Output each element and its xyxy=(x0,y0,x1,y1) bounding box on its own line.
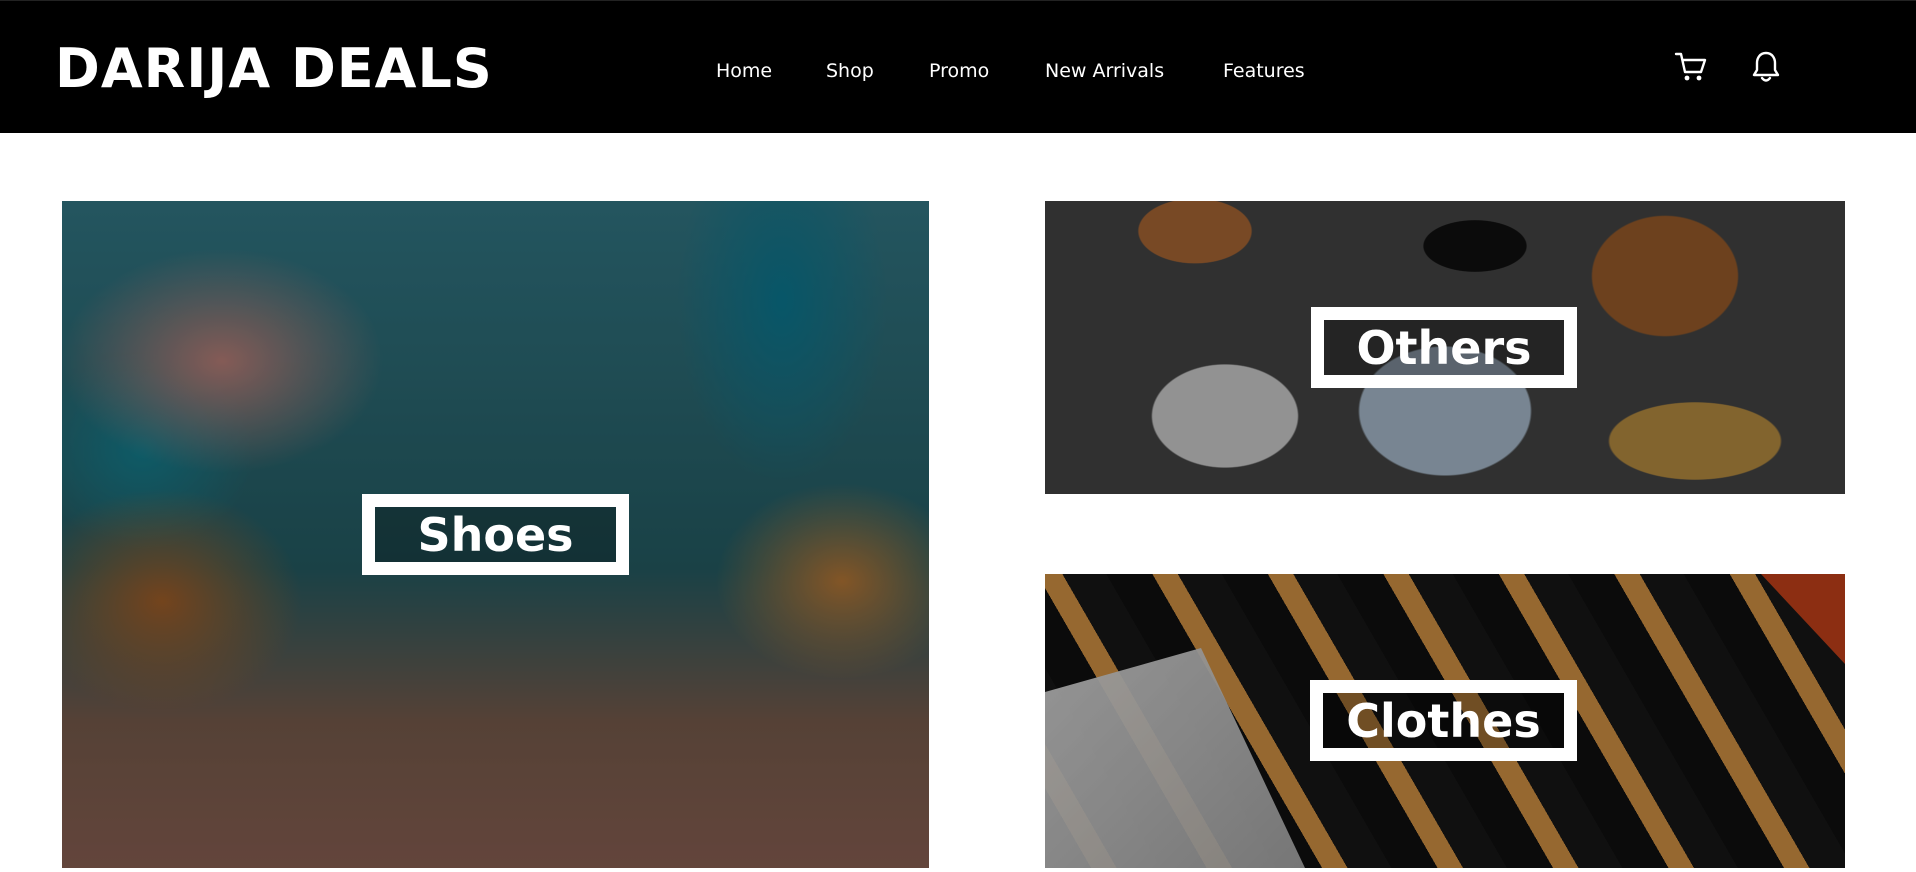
category-tile-others[interactable]: Others xyxy=(1045,201,1845,494)
bell-icon xyxy=(1751,50,1781,88)
cart-icon xyxy=(1674,51,1708,87)
nav-link-new-arrivals[interactable]: New Arrivals xyxy=(1045,57,1164,85)
category-tile-clothes[interactable]: Clothes xyxy=(1045,574,1845,868)
nav-link-promo[interactable]: Promo xyxy=(929,57,989,85)
category-label-shoes: Shoes xyxy=(362,494,629,575)
category-label-others: Others xyxy=(1311,307,1577,388)
nav-link-shop[interactable]: Shop xyxy=(826,57,874,85)
nav-link-home[interactable]: Home xyxy=(716,57,772,85)
nav-link-features[interactable]: Features xyxy=(1223,57,1305,85)
brand-logo[interactable]: DARIJA DEALS xyxy=(55,37,493,101)
cart-button[interactable] xyxy=(1671,49,1711,89)
navbar: DARIJA DEALS Home Shop Promo New Arrival… xyxy=(0,0,1916,133)
notifications-button[interactable] xyxy=(1746,49,1786,89)
category-tile-shoes[interactable]: Shoes xyxy=(62,201,929,868)
category-label-clothes: Clothes xyxy=(1310,680,1577,761)
